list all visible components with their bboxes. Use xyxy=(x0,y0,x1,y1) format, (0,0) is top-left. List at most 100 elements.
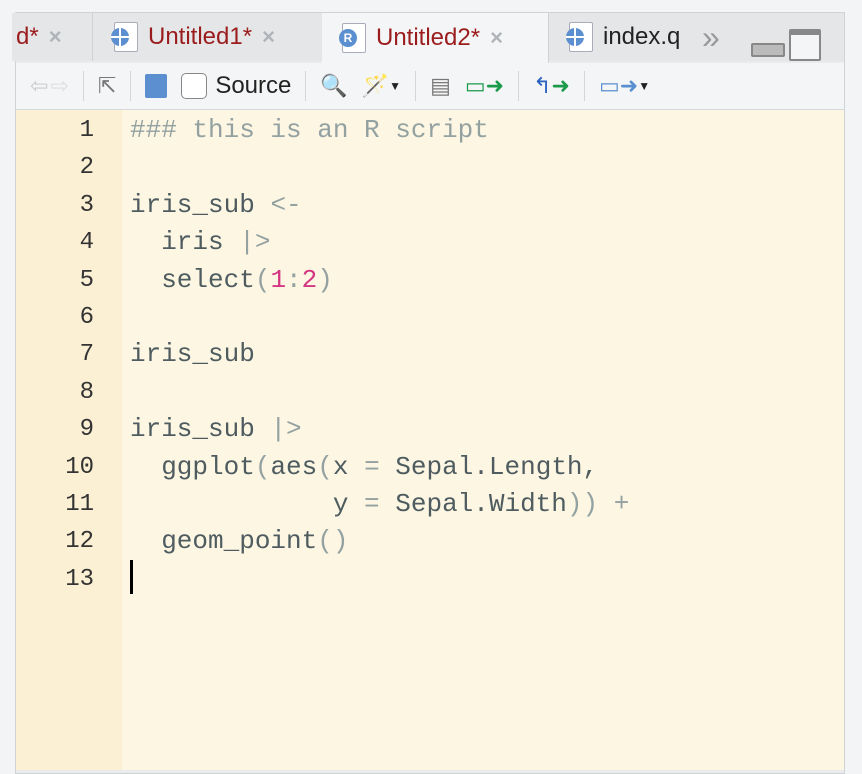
code-line[interactable]: 2 xyxy=(16,149,836,186)
close-icon[interactable]: × xyxy=(490,25,503,51)
tab-bar: d* × Untitled1* × R Untitled2* × index.q… xyxy=(12,13,844,63)
line-number: 11 xyxy=(65,491,94,518)
line-number: 10 xyxy=(65,453,94,481)
source-on-save-label: Source xyxy=(215,72,292,99)
code-token: iris xyxy=(130,227,240,258)
code-text: iris_sub <- xyxy=(130,187,302,224)
source-on-save-checkbox[interactable]: Source xyxy=(181,72,291,100)
compile-report-icon[interactable]: ▤ xyxy=(430,73,451,99)
tab-label: d* xyxy=(16,23,39,50)
code-token: ### this is an R script xyxy=(130,115,489,145)
quarto-doc-icon xyxy=(111,22,138,52)
code-text: iris_sub xyxy=(130,336,255,373)
code-token: ( xyxy=(254,451,271,482)
tab-0[interactable]: d* × xyxy=(12,13,93,61)
code-line[interactable]: 11 y = Sepal.Width)) + xyxy=(16,486,836,523)
code-token: : xyxy=(286,264,302,295)
code-line[interactable]: 8 xyxy=(16,374,836,411)
code-text: y = Sepal.Width)) + xyxy=(130,486,630,523)
line-number: 4 xyxy=(79,229,94,257)
divider xyxy=(305,71,307,101)
code-text: ggplot(aes(x = Sepal.Length, xyxy=(130,449,598,486)
line-number: 8 xyxy=(79,378,94,406)
line-number: 6 xyxy=(79,304,94,331)
code-token: iris_sub xyxy=(130,414,271,445)
run-line-icon[interactable]: ▭➜ xyxy=(465,73,504,99)
quarto-doc-icon xyxy=(566,22,593,52)
close-icon[interactable]: × xyxy=(262,24,275,50)
code-line[interactable]: 6 xyxy=(16,299,836,336)
close-icon[interactable]: × xyxy=(49,24,62,50)
code-token: = xyxy=(364,489,380,519)
line-number: 13 xyxy=(65,565,94,593)
source-button-icon[interactable]: ▭➜ ▼ xyxy=(599,73,650,99)
code-token: select xyxy=(130,264,255,295)
minimize-icon[interactable] xyxy=(751,43,785,57)
code-token: <- xyxy=(270,189,302,220)
code-token: iris_sub xyxy=(130,189,271,220)
tab-index[interactable]: index.q xyxy=(549,13,689,61)
code-token: ggplot xyxy=(130,451,255,482)
line-number: 1 xyxy=(79,117,94,144)
code-text: iris_sub |> xyxy=(130,411,302,448)
code-line[interactable]: 4 iris |> xyxy=(16,224,836,261)
tab-label: index.q xyxy=(603,23,681,50)
source-pane: d* × Untitled1* × R Untitled2* × index.q… xyxy=(12,12,845,774)
tab-label: Untitled1* xyxy=(148,23,253,50)
code-token: x xyxy=(332,451,365,482)
code-token: iris_sub xyxy=(130,339,255,370)
code-token: |> xyxy=(239,227,271,258)
line-number: 3 xyxy=(79,191,94,219)
divider xyxy=(130,71,132,101)
code-text: iris |> xyxy=(130,224,270,261)
tab-overflow-icon[interactable]: » xyxy=(702,19,720,56)
tab-label: Untitled2* xyxy=(376,24,481,51)
code-line[interactable]: 12 geom_point() xyxy=(16,523,836,560)
divider xyxy=(415,71,417,101)
editor-toolbar: ⇦ ⇨ ⇱ Source 🔍 🪄 ▼ ▤ ▭➜ ↰ ➜ ▭➜ ▼ xyxy=(16,63,844,110)
line-number: 2 xyxy=(79,154,94,182)
magic-wand-icon[interactable]: 🪄 ▼ xyxy=(362,73,401,99)
code-line[interactable]: 13 xyxy=(16,561,836,598)
code-line[interactable]: 7 iris_sub xyxy=(16,336,836,373)
code-text: select(1:2) xyxy=(130,262,333,299)
code-token: 2 xyxy=(301,264,318,295)
code-token: Sepal.Width xyxy=(379,489,567,519)
save-icon[interactable] xyxy=(145,74,168,98)
code-token: = xyxy=(364,451,380,482)
code-line[interactable]: 5 select(1:2) xyxy=(16,262,836,299)
divider xyxy=(518,71,520,101)
line-number: 9 xyxy=(79,416,94,444)
code-token: Sepal.Length, xyxy=(379,451,599,482)
code-token: aes xyxy=(270,451,318,482)
search-icon[interactable]: 🔍 xyxy=(320,73,347,99)
code-token: 1 xyxy=(270,264,287,295)
code-line[interactable]: 9 iris_sub |> xyxy=(16,411,836,448)
show-in-window-icon[interactable]: ⇱ xyxy=(98,73,116,99)
code-text: geom_point() xyxy=(130,523,348,560)
code-token: ( xyxy=(254,264,271,295)
text-cursor xyxy=(130,560,133,594)
code-token: ) xyxy=(317,264,333,295)
code-line[interactable]: 1 ### this is an R script xyxy=(16,112,836,149)
maximize-icon[interactable] xyxy=(789,29,821,61)
r-script-icon: R xyxy=(339,23,366,53)
tab-untitled2[interactable]: R Untitled2* × xyxy=(322,13,549,63)
line-number: 12 xyxy=(65,528,94,556)
line-number: 5 xyxy=(79,266,94,294)
back-icon[interactable]: ⇦ xyxy=(30,73,48,99)
code-line[interactable]: 3 iris_sub <- xyxy=(16,187,836,224)
line-number: 7 xyxy=(79,341,94,369)
divider xyxy=(583,71,585,101)
code-token: )) xyxy=(566,489,599,519)
checkbox[interactable] xyxy=(181,73,208,99)
code-token: geom_point xyxy=(130,526,318,557)
code-token: + xyxy=(598,489,630,519)
tab-untitled1[interactable]: Untitled1* × xyxy=(94,13,323,61)
code-editor[interactable]: 1 ### this is an R script 2 3 iris_sub <- 4 i… xyxy=(16,110,844,770)
forward-icon[interactable]: ⇨ xyxy=(50,73,68,99)
code-token: y xyxy=(130,489,365,519)
divider xyxy=(82,71,84,101)
rerun-icon[interactable]: ↰ ➜ xyxy=(533,73,570,99)
code-line[interactable]: 10 ggplot(aes(x = Sepal.Length, xyxy=(16,449,836,486)
